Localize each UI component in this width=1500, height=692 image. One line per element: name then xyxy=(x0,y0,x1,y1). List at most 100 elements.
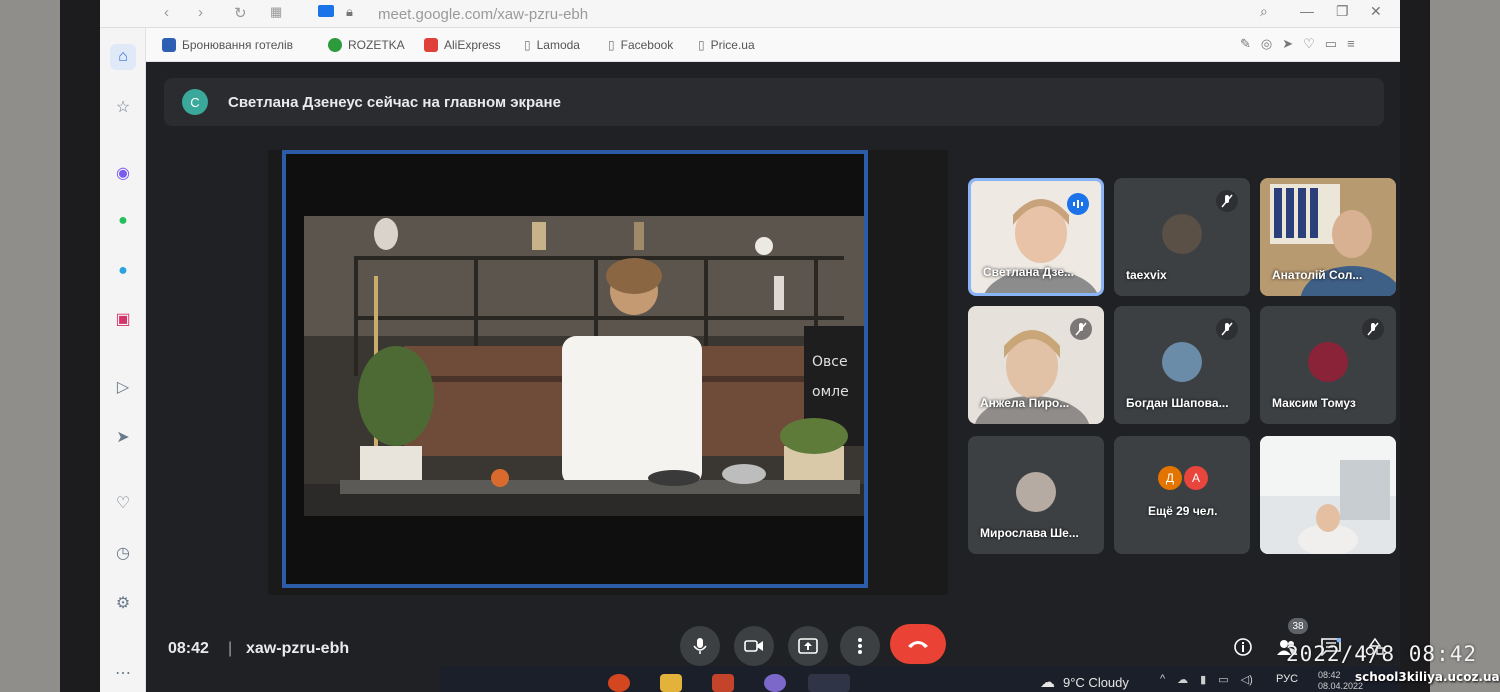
lock-icon: 🔒︎ xyxy=(346,4,353,19)
bookmark-label: Facebook xyxy=(620,38,674,52)
bookmarks-bar: Бронювання готелів ROZETKA AliExpress ▯ … xyxy=(100,28,1400,62)
star-icon[interactable]: ☆ xyxy=(110,94,136,120)
presentation-frame: Овсе омле xyxy=(282,150,868,588)
instagram-icon[interactable]: ▣ xyxy=(110,306,136,332)
opera-icon[interactable] xyxy=(808,674,850,692)
participant-name: Анатолій Сол... xyxy=(1272,268,1363,282)
whatsapp-icon[interactable]: ● xyxy=(110,208,136,234)
bookmark-label: Price.ua xyxy=(710,38,755,52)
more-vert-icon xyxy=(858,638,862,654)
present-icon xyxy=(798,638,818,654)
participant-tile[interactable]: Светлана Дзе... xyxy=(968,178,1104,296)
people-count-badge: 38 xyxy=(1288,618,1308,634)
self-view-tile[interactable] xyxy=(1260,436,1396,554)
participant-name: Максим Томуз xyxy=(1272,396,1356,410)
weather-widget[interactable]: ☁ 9°C Cloudy xyxy=(1040,673,1129,691)
more-participants-label: Ещё 29 чел. xyxy=(1148,504,1218,518)
language-indicator[interactable]: РУС xyxy=(1276,673,1298,685)
hang-up-icon xyxy=(908,641,928,648)
forward-icon[interactable]: › xyxy=(198,4,203,21)
weather-text: 9°C Cloudy xyxy=(1063,674,1129,690)
bookmark-rozetka[interactable]: ROZETKA xyxy=(328,38,405,52)
restore-icon[interactable]: ❐ xyxy=(1336,3,1349,20)
avatar xyxy=(1016,472,1056,512)
meet-window: С Светлана Дзенеус сейчас на главном экр… xyxy=(146,62,1400,692)
search-icon[interactable]: ⌕ xyxy=(1260,3,1268,20)
aliexpress-icon xyxy=(424,38,438,52)
mic-off-icon xyxy=(1216,190,1238,212)
bookmark-label: ROZETKA xyxy=(348,38,405,52)
participant-name: Богдан Шапова... xyxy=(1126,396,1229,410)
leave-call-button[interactable] xyxy=(890,624,946,664)
more-options-button[interactable] xyxy=(840,626,880,666)
page-icon: ▯ xyxy=(698,38,705,52)
video-camera-icon xyxy=(744,640,763,652)
bookmark-aliexpress[interactable]: AliExpress xyxy=(424,38,501,52)
presenter-avatar: С xyxy=(182,89,208,115)
windows-taskbar: ☁ 9°C Cloudy ^ ☁ ▮ ▭ ◁) РУС 08:42 08.04.… xyxy=(440,666,1400,692)
more-icon[interactable]: ⋯ xyxy=(110,660,136,686)
meeting-code: xaw-pzru-ebh xyxy=(246,640,350,657)
apps-grid-icon[interactable]: ▦ xyxy=(270,4,282,20)
participant-tile[interactable]: Мирослава Ше... xyxy=(968,436,1104,554)
info-icon xyxy=(1234,638,1252,656)
bookmark-label: AliExpress xyxy=(444,38,501,52)
bookmark-hotels[interactable]: Бронювання готелів xyxy=(162,38,293,52)
page-icon: ▯ xyxy=(608,38,615,52)
avatar: А xyxy=(1184,466,1208,490)
mic-off-icon xyxy=(1216,318,1238,340)
app-icon[interactable] xyxy=(608,674,630,692)
close-icon[interactable]: ✕ xyxy=(1370,3,1382,20)
minimize-icon[interactable]: — xyxy=(1300,3,1314,19)
meeting-info-button[interactable] xyxy=(1230,634,1256,660)
back-icon[interactable]: ‹ xyxy=(164,4,169,21)
participant-tile[interactable]: Анатолій Сол... xyxy=(1260,178,1396,296)
more-participants-tile[interactable]: Д А Ещё 29 чел. xyxy=(1114,436,1250,554)
viber-icon[interactable] xyxy=(764,674,786,692)
heart-icon[interactable]: ♡ xyxy=(110,490,136,516)
powerpoint-icon[interactable] xyxy=(712,674,734,692)
present-screen-button[interactable] xyxy=(788,626,828,666)
bookmark-price[interactable]: ▯ Price.ua xyxy=(698,38,755,52)
chevron-up-icon[interactable]: ^ xyxy=(1160,673,1165,686)
home-icon[interactable]: ⌂ xyxy=(110,44,136,70)
settings-icon[interactable]: ⚙ xyxy=(110,590,136,616)
address-bar[interactable]: meet.google.com/xaw-pzru-ebh xyxy=(378,6,588,23)
browser-actions-icon[interactable]: ✎◎➤♡▭≡ xyxy=(1240,36,1365,52)
svg-text:Овсе: Овсе xyxy=(812,354,848,370)
volume-icon[interactable]: ◁) xyxy=(1241,673,1253,686)
participant-name: taexvix xyxy=(1126,268,1167,282)
main-stage[interactable]: Овсе омле xyxy=(268,150,948,595)
battery-icon[interactable]: ▭ xyxy=(1218,673,1228,686)
microphone-button[interactable] xyxy=(680,626,720,666)
telegram-icon[interactable]: ● xyxy=(110,258,136,284)
browser-sidebar: ⌂ ☆ ◉ ● ● ▣ ▷ ➤ ♡ ◷ ⚙ ⋯ xyxy=(100,28,146,692)
send-icon[interactable]: ➤ xyxy=(110,424,136,450)
camera-timestamp: 2022/4/8 08:42 xyxy=(1286,642,1478,666)
play-icon[interactable]: ▷ xyxy=(110,374,136,400)
reload-icon[interactable]: ↻ xyxy=(234,4,247,22)
bookmark-label: Бронювання готелів xyxy=(182,38,294,52)
self-view-video xyxy=(1260,436,1396,554)
usb-icon[interactable]: ▮ xyxy=(1200,673,1206,686)
booking-icon xyxy=(162,38,176,52)
bookmark-lamoda[interactable]: ▯ Lamoda xyxy=(524,38,580,52)
avatar xyxy=(1162,342,1202,382)
camera-button[interactable] xyxy=(734,626,774,666)
camera-icon xyxy=(318,5,334,17)
speaking-indicator-icon xyxy=(1067,193,1089,215)
participant-tile[interactable]: Максим Томуз xyxy=(1260,306,1396,424)
bookmark-label: Lamoda xyxy=(536,38,580,52)
browser-toolbar: ‹ › ↻ ▦ 🔒︎ meet.google.com/xaw-pzru-ebh … xyxy=(100,0,1400,28)
presenter-banner-text: Светлана Дзенеус сейчас на главном экран… xyxy=(228,93,561,111)
participant-tile[interactable]: Богдан Шапова... xyxy=(1114,306,1250,424)
mic-off-icon xyxy=(1070,318,1092,340)
history-icon[interactable]: ◷ xyxy=(110,540,136,566)
participant-tile[interactable]: taexvix xyxy=(1114,178,1250,296)
system-tray: ^ ☁ ▮ ▭ ◁) xyxy=(1160,673,1253,686)
messenger-icon[interactable]: ◉ xyxy=(110,160,136,186)
participant-tile[interactable]: Анжела Пиро... xyxy=(968,306,1104,424)
folder-icon[interactable] xyxy=(660,674,682,692)
cloud-sync-icon[interactable]: ☁ xyxy=(1177,673,1188,686)
bookmark-facebook[interactable]: ▯ Facebook xyxy=(608,38,673,52)
